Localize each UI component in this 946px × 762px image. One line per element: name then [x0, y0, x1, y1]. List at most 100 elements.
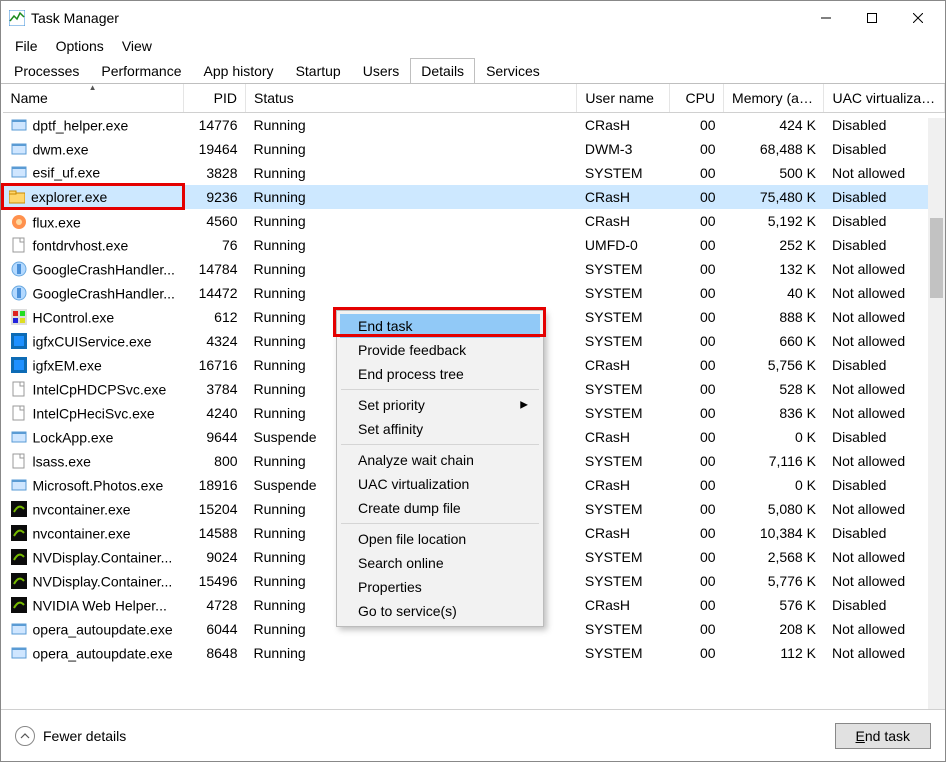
cell-user: SYSTEM — [577, 401, 669, 425]
close-button[interactable] — [895, 3, 941, 33]
cell-user: CRasH — [577, 425, 669, 449]
cell-uac: Disabled — [824, 209, 945, 233]
cell-user: SYSTEM — [577, 161, 669, 185]
ctx-set-affinity[interactable]: Set affinity — [340, 417, 540, 441]
tab-app-history[interactable]: App history — [193, 58, 285, 84]
minimize-button[interactable] — [803, 3, 849, 33]
tab-performance[interactable]: Performance — [90, 58, 192, 84]
tab-users[interactable]: Users — [352, 58, 411, 84]
cell-cpu: 00 — [669, 497, 723, 521]
window-controls — [803, 3, 941, 33]
process-icon — [11, 261, 27, 277]
process-name: opera_autoupdate.exe — [33, 621, 173, 637]
tab-services[interactable]: Services — [475, 58, 551, 84]
cell-user: CRasH — [577, 209, 669, 233]
col-header-cpu[interactable]: CPU — [669, 84, 723, 113]
ctx-end-task[interactable]: End task — [340, 314, 540, 338]
cell-mem: 2,568 K — [724, 545, 824, 569]
ctx-separator — [341, 523, 539, 524]
process-name: explorer.exe — [31, 189, 107, 205]
process-icon — [11, 573, 27, 589]
cell-status: Running — [246, 641, 577, 665]
process-name: dwm.exe — [33, 141, 89, 157]
col-header-uac[interactable]: UAC virtualizati... — [824, 84, 945, 113]
cell-status: Running — [246, 137, 577, 161]
cell-mem: 660 K — [724, 329, 824, 353]
menu-file[interactable]: File — [7, 36, 46, 56]
vertical-scrollbar[interactable] — [928, 118, 945, 709]
cell-uac: Not allowed — [824, 617, 945, 641]
scrollbar-thumb[interactable] — [930, 218, 943, 298]
cell-uac: Disabled — [824, 353, 945, 377]
maximize-button[interactable] — [849, 3, 895, 33]
cell-user: SYSTEM — [577, 545, 669, 569]
process-icon — [11, 285, 27, 301]
menu-view[interactable]: View — [114, 36, 160, 56]
process-name: LockApp.exe — [33, 429, 114, 445]
ctx-search-online[interactable]: Search online — [340, 551, 540, 575]
cell-uac: Not allowed — [824, 569, 945, 593]
ctx-uac-virtualization[interactable]: UAC virtualization — [340, 472, 540, 496]
col-header-mem[interactable]: Memory (ac... — [724, 84, 824, 113]
process-icon — [11, 453, 27, 469]
cell-uac: Not allowed — [824, 161, 945, 185]
ctx-open-file-location[interactable]: Open file location — [340, 527, 540, 551]
process-name: nvcontainer.exe — [33, 525, 131, 541]
fewer-details-toggle[interactable]: Fewer details — [15, 726, 126, 746]
col-header-pid[interactable]: PID — [183, 84, 245, 113]
ctx-analyze-wait-chain[interactable]: Analyze wait chain — [340, 448, 540, 472]
ctx-create-dump-file[interactable]: Create dump file — [340, 496, 540, 520]
table-row[interactable]: dptf_helper.exe14776RunningCRasH00424 KD… — [3, 113, 945, 137]
end-task-button[interactable]: End task — [835, 723, 931, 749]
menu-options[interactable]: Options — [48, 36, 112, 56]
cell-user: DWM-3 — [577, 137, 669, 161]
cell-uac: Not allowed — [824, 305, 945, 329]
end-task-button-rest: nd task — [865, 728, 910, 744]
ctx-end-process-tree[interactable]: End process tree — [340, 362, 540, 386]
cell-cpu: 00 — [669, 449, 723, 473]
table-row[interactable]: flux.exe4560RunningCRasH005,192 KDisable… — [3, 209, 945, 233]
col-header-name[interactable]: Name ▲ — [3, 84, 184, 113]
process-name: GoogleCrashHandler... — [33, 285, 175, 301]
cell-cpu: 00 — [669, 521, 723, 545]
tab-startup[interactable]: Startup — [285, 58, 352, 84]
cell-pid: 3828 — [183, 161, 245, 185]
ctx-set-priority[interactable]: Set priority ▶ — [340, 393, 540, 417]
cell-user: SYSTEM — [577, 449, 669, 473]
cell-uac: Not allowed — [824, 281, 945, 305]
cell-mem: 40 K — [724, 281, 824, 305]
tab-details[interactable]: Details — [410, 58, 475, 84]
cell-uac: Disabled — [824, 113, 945, 137]
tab-processes[interactable]: Processes — [3, 58, 90, 84]
process-icon — [11, 333, 27, 349]
cell-pid: 612 — [183, 305, 245, 329]
ctx-go-to-services[interactable]: Go to service(s) — [340, 599, 540, 623]
cell-uac: Not allowed — [824, 401, 945, 425]
process-name: NVDisplay.Container... — [33, 549, 173, 565]
process-icon — [11, 214, 27, 230]
submenu-arrow-icon: ▶ — [520, 400, 528, 411]
table-row[interactable]: fontdrvhost.exe76RunningUMFD-000252 KDis… — [3, 233, 945, 257]
table-row[interactable]: dwm.exe19464RunningDWM-30068,488 KDisabl… — [3, 137, 945, 161]
table-row[interactable]: esif_uf.exe3828RunningSYSTEM00500 KNot a… — [3, 161, 945, 185]
cell-pid: 16716 — [183, 353, 245, 377]
process-name: dptf_helper.exe — [33, 117, 129, 133]
ctx-properties[interactable]: Properties — [340, 575, 540, 599]
table-row[interactable]: opera_autoupdate.exe8648RunningSYSTEM001… — [3, 641, 945, 665]
table-row[interactable]: GoogleCrashHandler...14784RunningSYSTEM0… — [3, 257, 945, 281]
cell-cpu: 00 — [669, 329, 723, 353]
cell-mem: 208 K — [724, 617, 824, 641]
col-header-status[interactable]: Status — [246, 84, 577, 113]
cell-mem: 75,480 K — [724, 185, 824, 209]
cell-cpu: 00 — [669, 377, 723, 401]
process-icon — [11, 501, 27, 517]
table-row[interactable]: explorer.exe9236RunningCRasH0075,480 KDi… — [3, 185, 945, 209]
cell-cpu: 00 — [669, 545, 723, 569]
titlebar: Task Manager — [1, 1, 945, 35]
table-row[interactable]: GoogleCrashHandler...14472RunningSYSTEM0… — [3, 281, 945, 305]
col-header-user[interactable]: User name — [577, 84, 669, 113]
ctx-provide-feedback[interactable]: Provide feedback — [340, 338, 540, 362]
cell-mem: 132 K — [724, 257, 824, 281]
cell-cpu: 00 — [669, 353, 723, 377]
process-icon — [11, 381, 27, 397]
